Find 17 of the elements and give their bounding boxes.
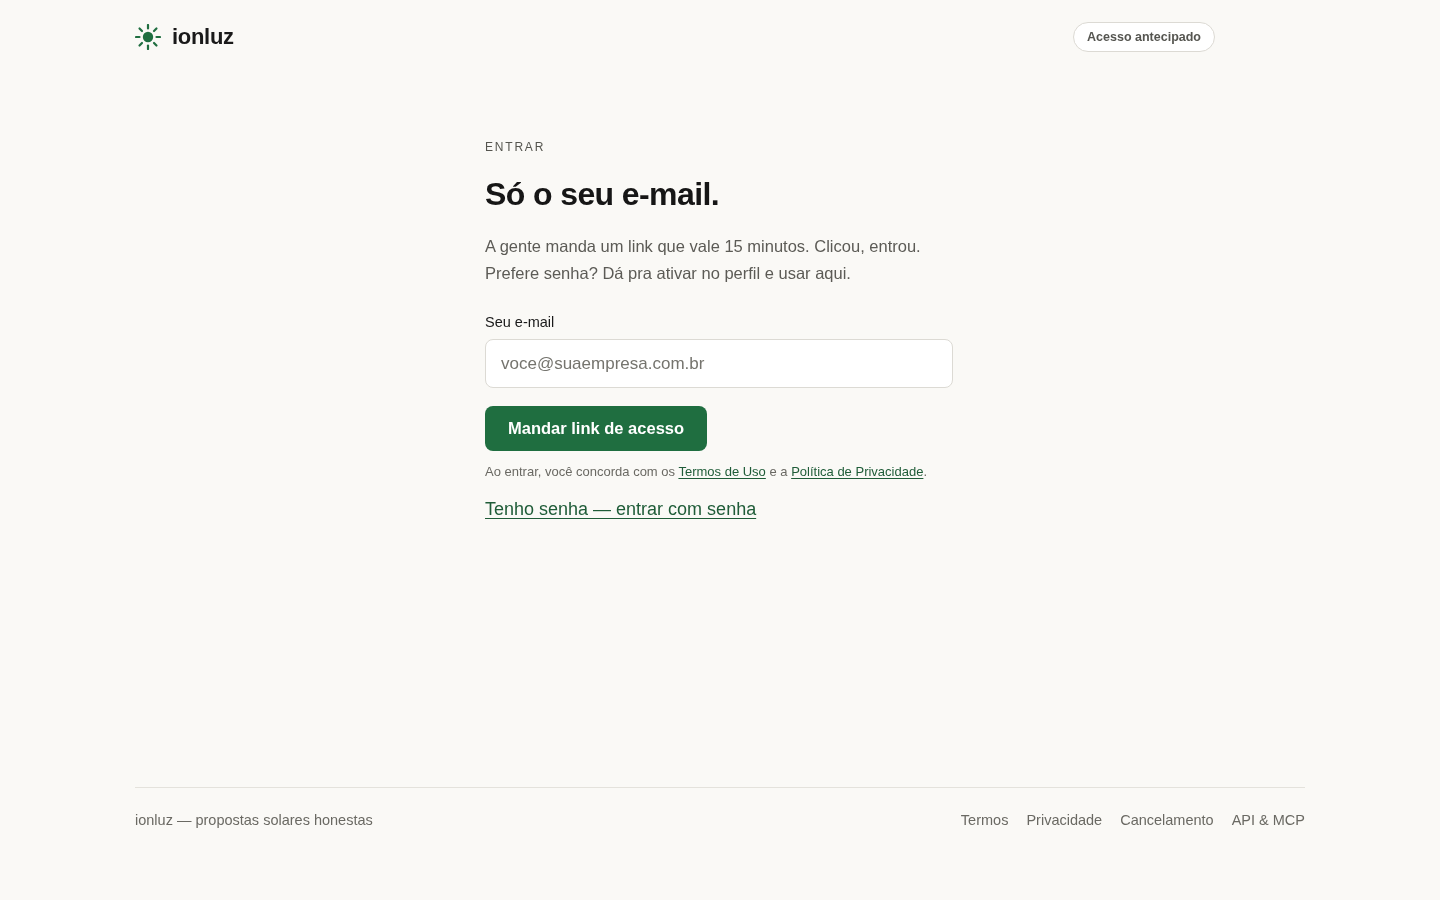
footer-link[interactable]: API & MCP	[1231, 812, 1305, 828]
footer-link[interactable]: Cancelamento	[1120, 812, 1214, 828]
send-link-button[interactable]: Mandar link de acesso	[485, 406, 708, 451]
intro-text: A gente manda um link que vale 15 minutos. Clicou, entrou. Prefere senha? Dá pra ativar no perfil e usar aqui.	[485, 236, 921, 284]
footer-link[interactable]: Privacidade	[1026, 812, 1103, 828]
brand-name: ionluz	[172, 24, 234, 50]
section-eyebrow: ENTRAR	[485, 140, 546, 154]
early-access-button[interactable]: Acesso antecipado	[1073, 22, 1215, 52]
email-label: Seu e-mail	[485, 314, 555, 330]
sun-logo-icon	[135, 24, 161, 50]
footer-link[interactable]: Termos	[960, 812, 1009, 828]
email-input-field[interactable]: voce@suaempresa.com.br	[485, 339, 953, 388]
password-login-link[interactable]: Tenho senha — entrar com senha	[485, 499, 757, 520]
page-title: Só o seu e-mail.	[485, 176, 720, 213]
policy-link[interactable]: Termos de Uso	[678, 464, 766, 479]
consent-text: Ao entrar, você concorda com os Termos de Uso e a Política de Privacidade.	[485, 464, 927, 479]
footer-tagline: ionluz — propostas solares honestas	[135, 812, 373, 828]
